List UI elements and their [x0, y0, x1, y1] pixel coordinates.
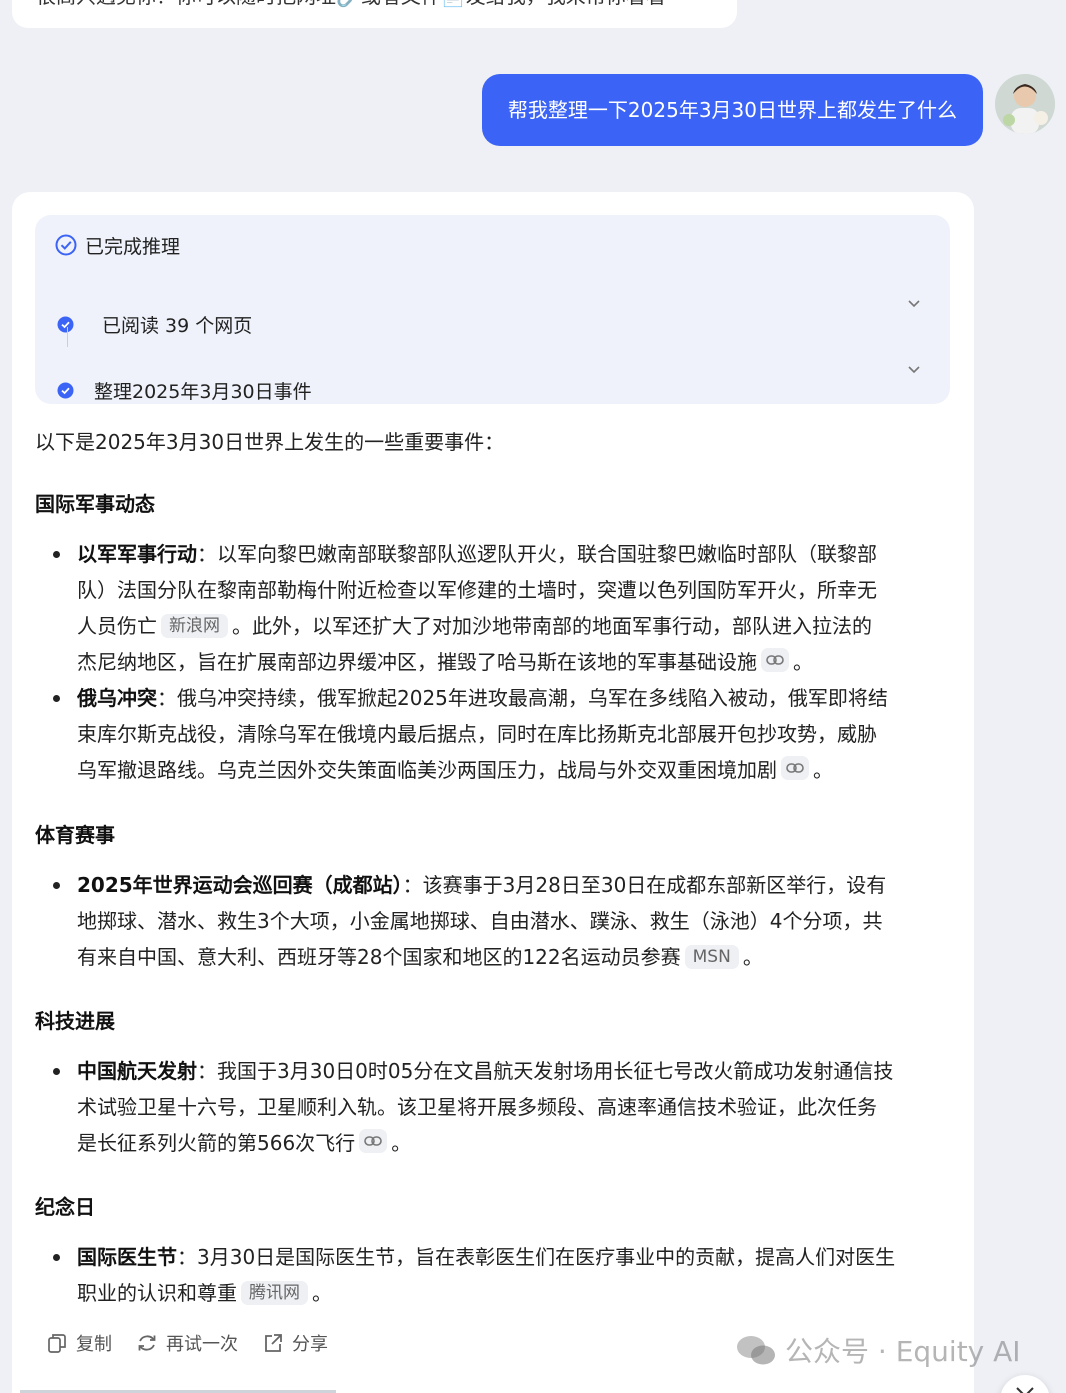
step-check-icon: [57, 316, 74, 332]
item-text: ：俄乌冲突持续，俄军掀起2025年进攻最高潮，乌军在多线陷入被动，俄军即将结: [157, 686, 888, 710]
source-tag-tencent[interactable]: 腾讯网: [241, 1281, 308, 1305]
list-item-russia-ukraine: 俄乌冲突：俄乌冲突持续，俄军掀起2025年进攻最高潮，乌军在多线陷入被动，俄军即…: [53, 680, 938, 788]
user-message-text: 帮我整理一下2025年3月30日世界上都发生了什么: [507, 98, 957, 122]
chevron-down-icon[interactable]: [906, 361, 922, 377]
item-text: 地掷球、潜水、救生3个大项，小金属地掷球、自由潜水、蹼泳、救生（泳池）4个分项，…: [77, 909, 883, 933]
item-heading: 中国航天发射: [77, 1059, 197, 1083]
chevron-down-icon: [1016, 1387, 1034, 1393]
copy-button[interactable]: 复制: [46, 1330, 112, 1356]
previous-assistant-message: 很高兴遇见你！你可以随时把网址🔗或者文件📄发给我，我来帮你看看: [12, 0, 737, 28]
previous-message-text: 很高兴遇见你！你可以随时把网址🔗或者文件📄发给我，我来帮你看看: [36, 0, 666, 8]
wechat-icon: [737, 1336, 775, 1365]
item-text: ：3月30日是国际医生节，旨在表彰医生们在医疗事业中的贡献，提高人们对医生: [177, 1245, 896, 1269]
reasoning-panel: 已完成推理 已阅读 39 个网页 整理2025年3月30日事件: [35, 215, 950, 404]
refresh-icon: [138, 1335, 156, 1351]
share-label: 分享: [292, 1334, 328, 1355]
step-label: 整理2025年3月30日事件: [94, 380, 312, 403]
user-message-bubble: 帮我整理一下2025年3月30日世界上都发生了什么: [481, 74, 983, 146]
item-text: 。: [312, 1281, 332, 1305]
source-link-icon[interactable]: [761, 648, 789, 672]
source-tag-sina[interactable]: 新浪网: [161, 614, 228, 638]
user-message-row: 帮我整理一下2025年3月30日世界上都发生了什么: [0, 74, 1066, 146]
reasoning-header: 已完成推理: [55, 233, 181, 258]
answer-intro: 以下是2025年3月30日世界上发生的一些重要事件：: [35, 430, 505, 454]
chevron-down-icon[interactable]: [906, 295, 922, 311]
item-heading: 2025年世界运动会巡回赛（成都站）: [77, 873, 403, 897]
retry-label: 再试一次: [166, 1334, 238, 1355]
item-text: 束库尔斯克战役，清除乌军在俄境内最后据点，同时在库比扬斯克北部展开包抄攻势，威胁: [77, 722, 877, 746]
copy-label: 复制: [76, 1334, 112, 1355]
item-text: ：该赛事于3月28日至30日在成都东部新区举行，设有: [402, 873, 887, 897]
step-check-icon: [57, 382, 74, 398]
item-text: ：我国于3月30日0时05分在文昌航天发射场用长征七号改火箭成功发射通信技: [197, 1059, 894, 1083]
copy-icon: [48, 1334, 66, 1353]
list-item-doctors-day: 国际医生节：3月30日是国际医生节，旨在表彰医生们在医疗事业中的贡献，提高人们对…: [53, 1239, 938, 1311]
item-text: 职业的认识和尊重: [77, 1281, 237, 1305]
section-title-tech: 科技进展: [35, 1009, 115, 1033]
item-text: 乌军撤退路线。乌克兰因外交失策面临美沙两国压力，战局与外交双重困境加剧: [77, 758, 777, 782]
step-connector: [67, 327, 68, 347]
answer-actions: 复制 再试一次 分享: [46, 1330, 328, 1356]
share-button[interactable]: 分享: [262, 1330, 328, 1356]
list-item-space-launch: 中国航天发射：我国于3月30日0时05分在文昌航天发射场用长征七号改火箭成功发射…: [53, 1053, 938, 1161]
reasoning-step-read-pages[interactable]: 已阅读 39 个网页: [57, 309, 252, 339]
item-text: 术试验卫星十六号，卫星顺利入轨。该卫星将开展多频段、高速率通信技术验证，此次任务: [77, 1095, 877, 1119]
item-heading: 俄乌冲突: [77, 686, 157, 710]
item-text: 队）法国分队在黎南部勒梅什附近检查以军修建的土墙时，突遭以色列国防军开火，所幸无: [77, 578, 877, 602]
source-link-icon[interactable]: [359, 1129, 388, 1153]
item-text: 。: [742, 945, 763, 969]
item-text: 。: [813, 758, 833, 782]
source-link-icon[interactable]: [781, 756, 809, 780]
section-title-sports: 体育赛事: [35, 823, 115, 847]
section-title-military: 国际军事动态: [35, 492, 155, 516]
item-heading: 国际医生节: [77, 1245, 177, 1269]
item-text: 是长征系列火箭的第566次飞行: [77, 1131, 356, 1155]
check-circle-icon: [55, 234, 77, 256]
section-title-commemoration: 纪念日: [35, 1195, 95, 1219]
item-text: 有来自中国、意大利、西班牙等28个国家和地区的122名运动员参赛: [77, 945, 681, 969]
assistant-answer-card: 已完成推理 已阅读 39 个网页 整理2025年3月30日事件 以下是2025年…: [12, 192, 974, 1393]
avatar-image: [995, 74, 1055, 134]
item-text: 。: [793, 650, 813, 674]
source-tag-msn[interactable]: MSN: [684, 945, 739, 969]
list-item-world-games: 2025年世界运动会巡回赛（成都站）：该赛事于3月28日至30日在成都东部新区举…: [53, 867, 938, 975]
item-text: 。此外，以军还扩大了对加沙地带南部的地面军事行动，部队进入拉法的: [232, 614, 872, 638]
reasoning-status: 已完成推理: [85, 235, 181, 258]
item-text: ：以军向黎巴嫩南部联黎部队巡逻队开火，联合国驻黎巴嫩临时部队（联黎部: [197, 542, 877, 566]
scroll-down-button[interactable]: [1000, 1375, 1050, 1393]
item-text: 人员伤亡: [77, 614, 157, 638]
item-heading: 以军军事行动: [77, 542, 197, 566]
watermark: 公众号 · Equity AI: [735, 1330, 1021, 1370]
list-item-israel: 以军军事行动：以军向黎巴嫩南部联黎部队巡逻队开火，联合国驻黎巴嫩临时部队（联黎部…: [53, 536, 938, 680]
item-text: 。: [391, 1131, 412, 1155]
share-icon: [265, 1334, 282, 1352]
reasoning-step-organize[interactable]: 整理2025年3月30日事件: [57, 375, 312, 405]
step-label: 已阅读 39 个网页: [102, 314, 253, 337]
watermark-text: 公众号 · Equity AI: [785, 1335, 1021, 1368]
user-avatar[interactable]: [995, 74, 1055, 134]
item-text: 杰尼纳地区，旨在扩展南部边界缓冲区，摧毁了哈马斯在该地的军事基础设施: [77, 650, 757, 674]
retry-button[interactable]: 再试一次: [136, 1330, 238, 1356]
